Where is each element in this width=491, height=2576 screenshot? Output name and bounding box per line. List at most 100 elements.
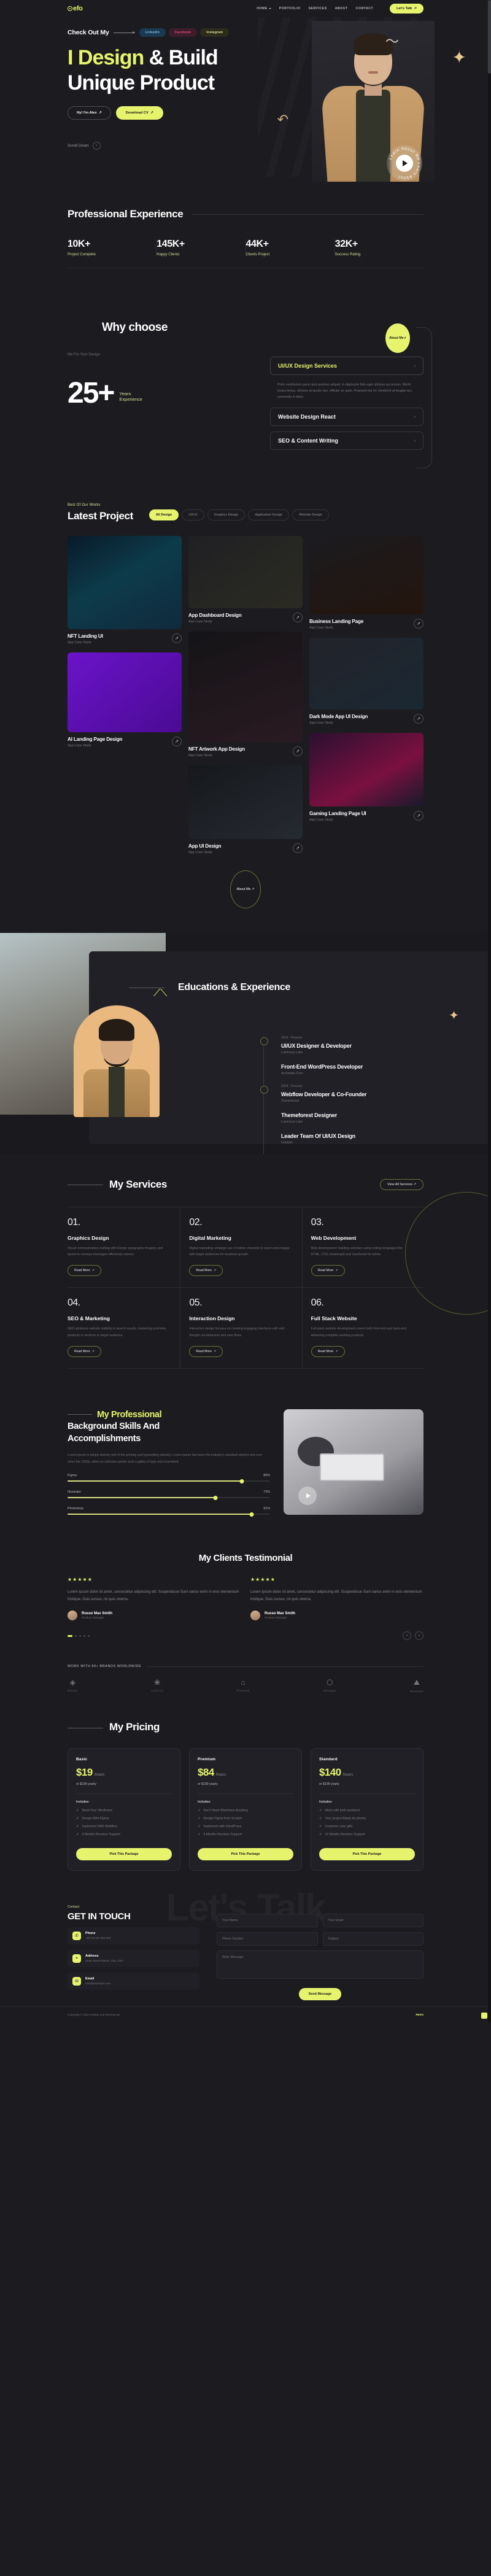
arrow-up-right-icon[interactable]: ↗ bbox=[414, 714, 423, 724]
contact-key: Address bbox=[85, 1954, 99, 1959]
pick-package-button[interactable]: Pick This Package bbox=[198, 1848, 293, 1861]
nav-item-services[interactable]: SERVICES bbox=[309, 7, 327, 10]
contact-address-item[interactable]: ⌖ Address 1234 Street Name, City, USA bbox=[68, 1950, 199, 1968]
check-icon: ✓ bbox=[319, 1833, 322, 1837]
arrow-up-right-icon[interactable]: ↗ bbox=[414, 811, 423, 821]
about-me-blob-label: About Me bbox=[389, 336, 404, 340]
site-logo[interactable]: efo bbox=[68, 5, 83, 12]
send-message-button[interactable]: Send Message bbox=[298, 1988, 342, 2001]
project-card[interactable]: AI Landing Page Design App Case Study ↗ bbox=[68, 652, 182, 748]
chevron-right-icon: › bbox=[414, 438, 416, 443]
progress-track bbox=[68, 1512, 270, 1517]
email-input[interactable] bbox=[322, 1914, 423, 1928]
back-to-top-button[interactable] bbox=[481, 2013, 487, 2019]
download-cv-button[interactable]: Download CV ↗ bbox=[115, 106, 163, 120]
filter-application-design[interactable]: Application Design bbox=[248, 509, 290, 521]
plan-yearly: or $199 yearly bbox=[76, 1782, 96, 1787]
project-card[interactable]: App UI Design App Case Study ↗ bbox=[188, 765, 303, 854]
social-linkedin[interactable]: Linkedin bbox=[139, 28, 166, 37]
stat-value: 10K+ bbox=[68, 239, 91, 249]
skill-bar-photoshop: Photoshop 91% bbox=[68, 1507, 270, 1517]
project-subtitle: App Case Study bbox=[188, 754, 212, 758]
progress-track bbox=[68, 1495, 270, 1500]
project-card[interactable]: Business Landing Page App Case Study ↗ bbox=[309, 536, 423, 630]
carousel-next-button[interactable]: › bbox=[415, 1631, 423, 1641]
about-me-circle-button[interactable]: About Me ↗ bbox=[230, 870, 261, 909]
social-facebook[interactable]: Facebook bbox=[169, 28, 198, 37]
footer-badge: PEFO bbox=[416, 2013, 423, 2017]
contact-phone-item[interactable]: ✆ Phone +88 01700 000 000 bbox=[68, 1927, 199, 1945]
carousel-dots[interactable] bbox=[68, 1634, 90, 1637]
plan-unit: /hours bbox=[215, 1773, 226, 1777]
lets-talk-button[interactable]: Let's Talk ↗ bbox=[390, 4, 423, 14]
read-more-label: Read More bbox=[317, 1269, 334, 1273]
read-more-button[interactable]: Read More ↗ bbox=[189, 1265, 223, 1277]
read-more-button[interactable]: Read More ↗ bbox=[68, 1345, 102, 1357]
filter-all-design[interactable]: All Design bbox=[149, 509, 179, 521]
service-desc: Web development: building websites using… bbox=[311, 1247, 403, 1257]
pick-package-button[interactable]: Pick This Package bbox=[76, 1848, 172, 1861]
project-subtitle: App Case Study bbox=[309, 626, 333, 630]
phone-input[interactable] bbox=[217, 1932, 318, 1946]
check-icon: ✓ bbox=[198, 1833, 201, 1837]
contact-email-item[interactable]: ✉ Email info@example.com bbox=[68, 1973, 199, 1990]
pricing-title: My Pricing bbox=[109, 1721, 160, 1733]
view-all-services-button[interactable]: View All Services ↗ bbox=[380, 1179, 423, 1191]
hi-im-alex-button[interactable]: Hy! I'm Alex ↗ bbox=[68, 106, 111, 120]
filter-graphics-design[interactable]: Graphics Design bbox=[207, 509, 246, 521]
logo-text: efo bbox=[73, 5, 83, 12]
learn-about-me-play-button[interactable]: Learn About Me Learn About bbox=[387, 145, 422, 181]
stat-item: 145K+ Happy Clients bbox=[157, 239, 246, 257]
subject-input[interactable] bbox=[322, 1932, 423, 1946]
location-icon: ⌖ bbox=[72, 1954, 81, 1963]
download-cv-label: Download CV bbox=[125, 110, 149, 115]
timeline-role: Themeforest Designer bbox=[281, 1112, 338, 1119]
project-card[interactable]: App Dashboard Design App Case Study ↗ bbox=[188, 536, 303, 624]
filter-website-design[interactable]: Website Design bbox=[292, 509, 329, 521]
pick-package-button[interactable]: Pick This Package bbox=[319, 1848, 415, 1861]
arrow-up-right-icon[interactable]: ↗ bbox=[293, 843, 303, 854]
carousel-prev-button[interactable]: ‹ bbox=[403, 1631, 411, 1641]
project-card[interactable]: Dark Mode App UI Design App Case Study ↗ bbox=[309, 638, 423, 725]
stat-value: 145K+ bbox=[157, 239, 185, 249]
divider bbox=[191, 214, 423, 215]
nav-item-portfolio[interactable]: PORTFOLIO bbox=[279, 7, 301, 10]
arrow-up-right-icon[interactable]: ↗ bbox=[172, 737, 182, 747]
plan-feature: ✓ Design Figma from Scratch bbox=[198, 1817, 242, 1821]
nav-item-home[interactable]: HOME bbox=[257, 7, 271, 10]
accordion-item-seo[interactable]: SEO & Content Writing › bbox=[270, 431, 423, 451]
education-experience-section: ⟋⟍ Educations & Experience ✦ 2019 - Pres… bbox=[0, 933, 491, 1155]
pricing-section: My Pricing Basic $19/hours or $199 yearl… bbox=[0, 1706, 491, 1889]
page-scrollbar[interactable] bbox=[488, 0, 491, 2023]
read-more-button[interactable]: Read More ↗ bbox=[311, 1265, 345, 1277]
name-input[interactable] bbox=[217, 1914, 318, 1928]
brand-logo: ⌂ Pinnacle bbox=[237, 1678, 250, 1693]
arrow-up-right-icon[interactable]: ↗ bbox=[293, 746, 303, 757]
nav-item-about[interactable]: ABOUT bbox=[335, 7, 348, 10]
progress-track bbox=[68, 1479, 270, 1483]
social-instagram[interactable]: Instagram bbox=[200, 28, 230, 37]
read-more-button[interactable]: Read More ↗ bbox=[189, 1345, 223, 1357]
read-more-button[interactable]: Read More ↗ bbox=[68, 1265, 102, 1277]
testimonial-role: Product Manager bbox=[265, 1616, 287, 1620]
accordion-item-uiux[interactable]: UI/UX Design Services › bbox=[270, 357, 423, 375]
message-textarea[interactable] bbox=[217, 1951, 423, 1979]
arrow-up-right-icon[interactable]: ↗ bbox=[172, 633, 182, 644]
skill-name: Photoshop bbox=[68, 1507, 83, 1511]
read-more-button[interactable]: Read More ↗ bbox=[311, 1345, 345, 1357]
scroll-down-indicator[interactable]: Scroll Down ↓ bbox=[68, 141, 423, 150]
hero-title: I Design & Build Unique Product bbox=[68, 45, 423, 96]
project-card[interactable]: NFT Artwork App Design App Case Study ↗ bbox=[188, 632, 303, 757]
nav-item-contact[interactable]: CONTACT bbox=[356, 7, 373, 10]
page-root: efo HOME PORTFOLIO SERVICES ABOUT CONTAC… bbox=[0, 0, 491, 2023]
project-card[interactable]: NFT Landing UI App Case Study ↗ bbox=[68, 536, 182, 644]
filter-uiux[interactable]: UI/UX bbox=[182, 509, 204, 521]
about-me-blob-button[interactable]: About Me ↗ bbox=[385, 323, 410, 353]
arrow-up-right-icon[interactable]: ↗ bbox=[414, 619, 423, 629]
years-label-line2: Experience bbox=[119, 396, 142, 403]
arrow-up-right-icon[interactable]: ↗ bbox=[293, 613, 303, 623]
accordion-item-react[interactable]: Website Design React › bbox=[270, 408, 423, 427]
latest-project-section: Best Of Our Works Latest Project All Des… bbox=[0, 482, 491, 933]
project-thumbnail bbox=[68, 652, 182, 733]
project-card[interactable]: Gaming Landing Page UI App Case Study ↗ bbox=[309, 733, 423, 822]
